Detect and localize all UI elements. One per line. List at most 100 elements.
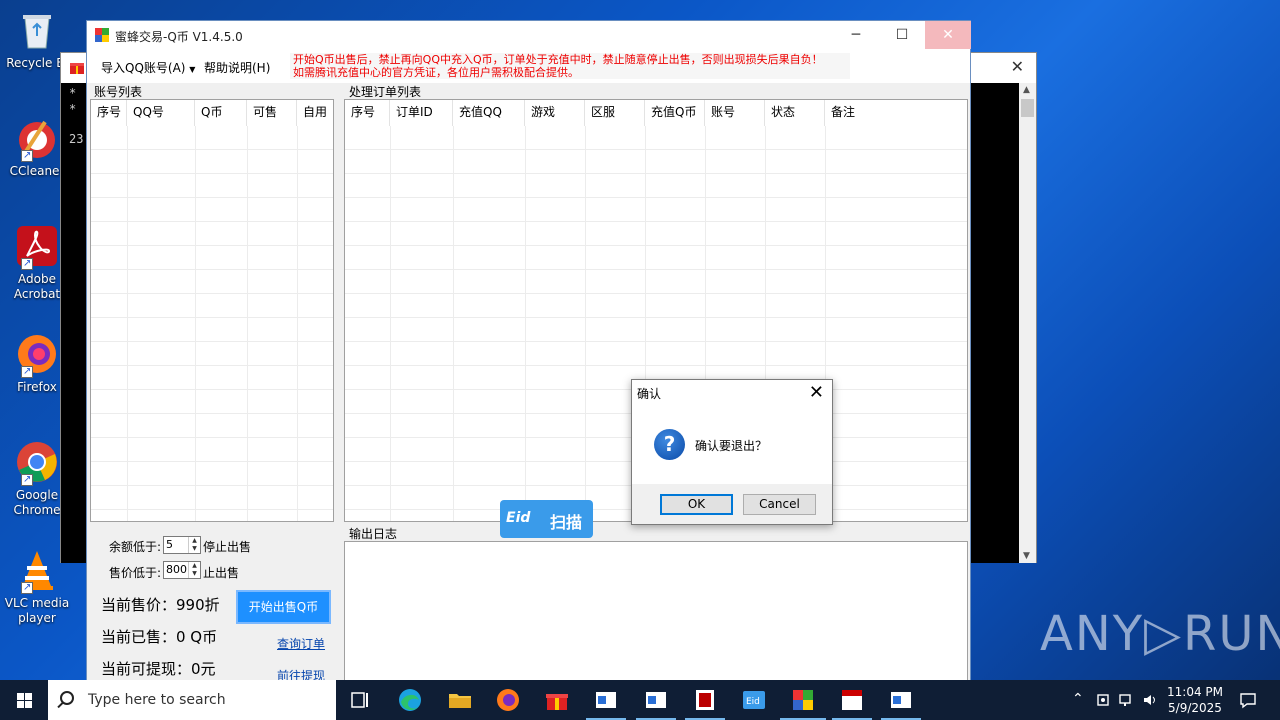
chevron-up-icon[interactable]: ⌃ bbox=[1072, 691, 1084, 707]
taskbar: Type here to search Eid ⌃ 11:04 PM 5/9/2… bbox=[0, 680, 1280, 720]
shortcut-arrow-icon bbox=[21, 256, 33, 271]
column-header[interactable]: Q币 bbox=[195, 100, 247, 126]
account-table-header: 序号 QQ号 Q币 可售 自用 bbox=[91, 100, 333, 126]
adobe-acrobat-icon bbox=[15, 224, 59, 271]
column-header[interactable]: 可售 bbox=[247, 100, 297, 126]
eid-taskbar-icon[interactable]: Eid bbox=[740, 686, 768, 714]
app-titlebar[interactable]: 蜜蜂交易-Q币 V1.4.5.0 ─ ☐ ✕ bbox=[87, 21, 971, 49]
edge-icon[interactable] bbox=[396, 686, 424, 714]
dialog-footer: OK Cancel bbox=[632, 484, 832, 524]
shortcut-arrow-icon bbox=[21, 580, 33, 595]
gift-icon bbox=[70, 63, 84, 74]
menu-import-qq-label: 导入QQ账号(A) bbox=[101, 61, 186, 75]
balance-threshold-stepper[interactable]: 5 ▲ ▼ bbox=[163, 536, 201, 554]
firefox-taskbar-icon[interactable] bbox=[494, 686, 522, 714]
current-sold: 当前已售：0 Q币 bbox=[101, 628, 218, 646]
scroll-down-icon[interactable]: ▼ bbox=[1023, 551, 1030, 561]
balance-threshold-value: 5 bbox=[166, 538, 173, 551]
file-explorer-icon[interactable] bbox=[446, 686, 474, 714]
taskbar-search[interactable]: Type here to search bbox=[48, 680, 336, 720]
volume-icon[interactable] bbox=[1142, 692, 1158, 708]
order-list-label: 处理订单列表 bbox=[349, 85, 422, 99]
windows-logo-icon bbox=[17, 693, 24, 700]
order-table-header: 序号 订单ID 充值QQ 游戏 区服 充值Q币 账号 状态 备注 bbox=[345, 100, 957, 126]
eid-scan-widget[interactable]: Eid 扫描 bbox=[500, 500, 593, 538]
chevron-down-icon: ▼ bbox=[189, 65, 196, 74]
desktop-icon-label: VLC media player bbox=[4, 596, 70, 625]
query-orders-link[interactable]: 查询订单 bbox=[277, 635, 325, 652]
taskbar-clock[interactable]: 11:04 PM 5/9/2025 bbox=[1160, 684, 1230, 716]
app-taskbar-icon[interactable] bbox=[789, 686, 817, 714]
task-view-icon[interactable] bbox=[346, 686, 374, 714]
menu-import-qq[interactable]: 导入QQ账号(A) ▼ bbox=[101, 59, 195, 76]
column-header[interactable]: 自用 bbox=[297, 100, 333, 126]
confirm-dialog[interactable]: 确认 ✕ ? 确认要退出？ OK Cancel bbox=[631, 379, 833, 525]
column-header[interactable]: 充值Q币 bbox=[645, 100, 705, 126]
start-button[interactable] bbox=[0, 680, 48, 720]
chrome-icon bbox=[15, 440, 59, 487]
dialog-title: 确认 bbox=[637, 387, 662, 401]
start-selling-button[interactable]: 开始出售Q币 bbox=[236, 590, 331, 624]
column-header[interactable]: 订单ID bbox=[390, 100, 453, 126]
balance-threshold-label: 余额低于: bbox=[109, 540, 162, 554]
shortcut-arrow-icon bbox=[21, 472, 33, 487]
column-header[interactable]: QQ号 bbox=[127, 100, 195, 126]
column-header[interactable]: 游戏 bbox=[525, 100, 585, 126]
notification-icon[interactable] bbox=[1239, 691, 1257, 709]
column-header[interactable]: 账号 bbox=[705, 100, 765, 126]
maximize-button[interactable]: ☐ bbox=[879, 21, 925, 49]
svg-text:Eid: Eid bbox=[746, 697, 760, 707]
shortcut-arrow-icon bbox=[21, 364, 33, 379]
shortcut-arrow-icon bbox=[21, 148, 33, 163]
cancel-button[interactable]: Cancel bbox=[743, 494, 816, 515]
firefox-icon bbox=[15, 332, 59, 379]
price-threshold-label: 售价低于: bbox=[109, 566, 162, 580]
output-log[interactable] bbox=[344, 541, 968, 683]
column-header[interactable]: 序号 bbox=[345, 100, 390, 126]
balance-threshold-suffix: 停止出售 bbox=[203, 540, 252, 554]
withdrawable-amount: 当前可提现：0元 bbox=[101, 660, 216, 678]
vlc-icon bbox=[15, 548, 59, 595]
menubar: 导入QQ账号(A) ▼ 帮助说明(H) 开始Q币出售后，禁止再向QQ中充入Q币，… bbox=[70, 49, 970, 83]
column-header[interactable]: 区服 bbox=[585, 100, 645, 126]
console-close-icon[interactable]: ✕ bbox=[1011, 57, 1024, 76]
scrollbar-thumb[interactable] bbox=[1021, 99, 1034, 117]
console-scrollbar[interactable]: ▲ ▼ bbox=[1019, 83, 1036, 563]
warning-line: 开始Q币出售后，禁止再向QQ中充入Q币，订单处于充值中时，禁止随意停止出售，否则… bbox=[293, 53, 823, 66]
window-taskbar-icon[interactable] bbox=[642, 686, 670, 714]
output-log-label: 输出日志 bbox=[349, 527, 398, 541]
menu-help[interactable]: 帮助说明(H) bbox=[204, 59, 270, 76]
minimize-button[interactable]: ─ bbox=[833, 21, 879, 49]
price-threshold-value: 800 bbox=[166, 563, 187, 576]
calendar-app-taskbar-icon[interactable] bbox=[838, 686, 866, 714]
window-taskbar-icon[interactable] bbox=[887, 686, 915, 714]
search-input[interactable]: Type here to search bbox=[88, 692, 226, 708]
scroll-up-icon[interactable]: ▲ bbox=[1023, 85, 1030, 95]
dialog-close-icon[interactable]: ✕ bbox=[809, 382, 824, 403]
column-header[interactable]: 序号 bbox=[91, 100, 127, 126]
price-threshold-stepper[interactable]: 800 ▲ ▼ bbox=[163, 561, 201, 579]
network-icon[interactable] bbox=[1118, 692, 1134, 708]
stepper-arrows-icon[interactable]: ▲ ▼ bbox=[188, 537, 200, 553]
clock-date: 5/9/2025 bbox=[1168, 701, 1222, 715]
account-table[interactable]: 序号 QQ号 Q币 可售 自用 bbox=[90, 99, 334, 522]
dialog-message: 确认要退出？ bbox=[695, 439, 768, 453]
current-price: 当前售价：990折 bbox=[101, 596, 220, 614]
app-window[interactable]: 蜜蜂交易-Q币 V1.4.5.0 ─ ☐ ✕ 导入QQ账号(A) ▼ 帮助说明(… bbox=[70, 20, 971, 683]
gift-app-taskbar-icon[interactable] bbox=[543, 686, 571, 714]
warning-banner: 开始Q币出售后，禁止再向QQ中充入Q币，订单处于充值中时，禁止随意停止出售，否则… bbox=[290, 53, 850, 79]
app-title: 蜜蜂交易-Q币 V1.4.5.0 bbox=[115, 30, 243, 44]
clock-time: 11:04 PM bbox=[1167, 685, 1223, 699]
security-icon[interactable] bbox=[1095, 692, 1111, 708]
window-taskbar-icon[interactable] bbox=[592, 686, 620, 714]
stepper-arrows-icon[interactable]: ▲ ▼ bbox=[188, 562, 200, 578]
eid-logo-icon: Eid bbox=[506, 510, 531, 526]
red-app-taskbar-icon[interactable] bbox=[691, 686, 719, 714]
column-header[interactable]: 状态 bbox=[765, 100, 825, 126]
eid-scan-label: 扫描 bbox=[550, 513, 583, 532]
warning-line: 如需腾讯充值中心的官方凭证，各位用户需积极配合提供。 bbox=[293, 66, 579, 79]
ok-button[interactable]: OK bbox=[660, 494, 733, 515]
close-button[interactable]: ✕ bbox=[925, 21, 971, 49]
column-header[interactable]: 充值QQ bbox=[453, 100, 525, 126]
column-header[interactable]: 备注 bbox=[825, 100, 957, 126]
